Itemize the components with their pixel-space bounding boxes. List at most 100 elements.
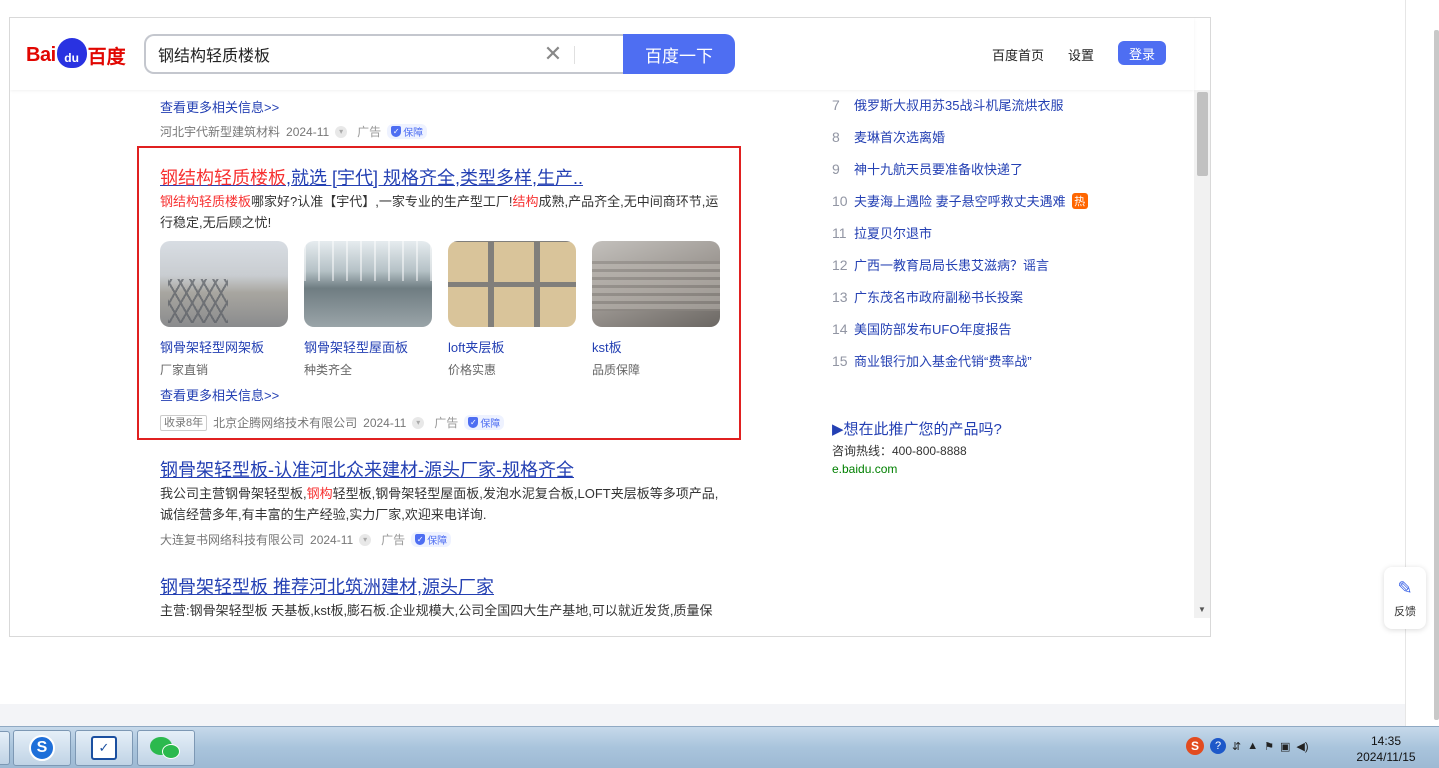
chevron-down-icon[interactable]: ▾ [335,125,348,138]
hot-title[interactable]: 商业银行加入基金代销“费率战” [854,351,1032,370]
taskbar: S ✓ S ? ⇵ ▲ ⚑ ▣ ◀) 14:35 2024/11/15 [0,726,1439,768]
settings-link[interactable]: 设置 [1068,45,1094,64]
hot-badge: 热 [1071,192,1088,209]
promo-link[interactable]: ▶想在此推广您的产品吗? [832,418,1002,439]
kst-panel-stack-image[interactable] [592,241,720,327]
record-tag: 收录8年 [160,414,208,431]
hot-list-item[interactable]: 15 商业银行加入基金代销“费率战” [832,351,1032,370]
product-subtitle: 厂家直销 [160,363,209,377]
pen-edit-icon: ✎ [1397,577,1413,598]
more-info-link[interactable]: 查看更多相关信息>> [160,385,279,404]
source-date: 2024-11 [363,415,407,430]
product-card[interactable]: 钢骨架轻型屋面板 种类齐全 [304,241,432,378]
product-subtitle: 价格实惠 [448,363,497,377]
show-hidden-icons-icon[interactable]: ▲ [1247,740,1258,752]
hot-rank: 14 [832,320,848,337]
product-subtitle: 品质保障 [592,363,641,377]
system-clock[interactable]: 14:35 2024/11/15 [1350,733,1422,765]
product-name[interactable]: loft夹层板 [448,337,576,356]
feedback-button[interactable]: ✎ 反馈 [1384,567,1426,629]
result-meta: 收录8年 北京企腾网络技术有限公司 2024-11 ▾ 广告 ✓ 保障 [160,414,505,431]
guarantee-badge[interactable]: ✓ 保障 [387,124,428,139]
product-name[interactable]: 钢骨架轻型屋面板 [304,337,432,356]
hot-list-item[interactable]: 8 麦琳首次选离婚 [832,127,945,146]
network-icon[interactable]: ▣ [1280,740,1290,753]
hot-list-item[interactable]: 14 美国防部发布UFO年度报告 [832,319,1011,338]
hot-title[interactable]: 麦琳首次选离婚 [854,127,945,146]
baidu-logo[interactable]: Bai du 百度 [26,38,126,72]
desc-text: 哪家好?认准【宇代】,一家专业的生产型工厂! [251,194,513,209]
ad-result-title[interactable]: 钢结构轻质楼板,就选 [宇代] 规格齐全,类型多样,生产.. [160,164,583,190]
hot-list-item[interactable]: 12 广西一教育局局长患艾滋病？谣言 [832,255,1049,274]
hot-title[interactable]: 美国防部发布UFO年度报告 [854,319,1011,338]
home-link[interactable]: 百度首页 [992,45,1044,64]
desc-highlight: 钢结构轻质楼板 [160,194,252,209]
hot-list-item[interactable]: 10 夫妻海上遇险 妻子悬空呼救丈夫遇难热 [832,191,1088,210]
source-company: 北京企腾网络技术有限公司 [213,416,358,430]
hot-rank: 12 [832,256,848,273]
hot-rank: 9 [832,160,840,177]
guarantee-badge-label: 保障 [427,536,448,547]
sogou-input-icon[interactable]: S [1186,737,1204,755]
hot-rank: 13 [832,288,848,305]
scroll-down-arrow-icon[interactable]: ▼ [1198,605,1206,614]
loft-floor-panel-image[interactable] [448,241,576,327]
search-input[interactable] [146,36,526,72]
steel-frame-mesh-panel-image[interactable] [160,241,288,327]
result-meta: 大连复书网络科技有限公司 2024-11 ▾ 广告 ✓ 保障 [160,531,452,548]
hot-list-item[interactable]: 11 拉夏贝尔退市 [832,223,932,242]
help-icon[interactable]: ? [1210,738,1226,754]
result-meta: 河北宇代新型建筑材料 2024-11 ▾ 广告 ✓ 保障 [160,123,428,140]
content-scrollbar[interactable]: ▼ [1194,90,1210,618]
promo-url[interactable]: e.baidu.com [832,462,897,476]
content-scrollbar-thumb[interactable] [1197,92,1208,176]
guarantee-badge[interactable]: ✓ 保障 [464,415,505,430]
source-date: 2024-11 [286,124,330,139]
hot-list-item[interactable]: 9 神十九航天员要准备收快递了 [832,159,1023,178]
hot-rank: 10 [832,192,848,209]
action-center-flag-icon[interactable]: ⚑ [1264,740,1274,753]
result-title[interactable]: 钢骨架轻型板-认准河北众来建材-源头厂家-规格齐全 [160,456,574,482]
desc-highlight: 结构 [512,194,539,209]
start-stub[interactable] [0,731,10,765]
logo-bai-text: Bai [26,43,56,66]
result-title[interactable]: 钢骨架轻型板 推荐河北筑洲建材,源头厂家 [160,573,494,599]
shield-check-icon: ✓ [468,417,479,428]
search-header: Bai du 百度 ✕ 百度一下 百度首页 设置 登录 [10,18,1194,90]
product-name[interactable]: kst板 [592,337,720,356]
hot-title[interactable]: 神十九航天员要准备收快递了 [854,159,1023,178]
product-card[interactable]: loft夹层板 价格实惠 [448,241,576,378]
product-name[interactable]: 钢骨架轻型网架板 [160,337,288,356]
chevron-down-icon[interactable]: ▾ [412,416,425,429]
product-card[interactable]: kst板 品质保障 [592,241,720,378]
desc-highlight: 钢构 [306,486,333,501]
hot-list-item[interactable]: 7 俄罗斯大叔用苏35战斗机尾流烘衣服 [832,95,1063,114]
ad-label: 广告 [357,125,382,139]
factory-roof-panel-image[interactable] [304,241,432,327]
hot-title[interactable]: 广西一教育局局长患艾滋病？谣言 [854,255,1049,274]
more-info-link[interactable]: 查看更多相关信息>> [160,97,279,116]
taskbar-app-wechat[interactable] [137,730,195,766]
search-button[interactable]: 百度一下 [623,34,735,74]
chevron-down-icon[interactable]: ▾ [359,533,372,546]
guarantee-badge[interactable]: ✓ 保障 [411,532,452,547]
hot-title[interactable]: 夫妻海上遇险 妻子悬空呼救丈夫遇难 [854,191,1066,210]
hot-title[interactable]: 拉夏贝尔退市 [854,223,932,242]
clear-icon[interactable]: ✕ [542,42,564,66]
volume-icon[interactable]: ◀) [1296,740,1308,753]
product-card[interactable]: 钢骨架轻型网架板 厂家直销 [160,241,288,378]
hot-title[interactable]: 广东茂名市政府副秘书长投案 [854,287,1023,306]
clock-date: 2024/11/15 [1356,750,1416,764]
hot-title[interactable]: 俄罗斯大叔用苏35战斗机尾流烘衣服 [854,95,1063,114]
source-date: 2024-11 [310,532,354,547]
taskbar-app-security[interactable]: ✓ [75,730,133,766]
hot-list-item[interactable]: 13 广东茂名市政府副秘书长投案 [832,287,1023,306]
window-scrollbar-thumb[interactable] [1434,30,1439,720]
input-mode-icon[interactable]: ⇵ [1232,740,1241,753]
promo-phone: 咨询热线：400-800-8888 [832,444,967,458]
taskbar-app-sogou[interactable]: S [13,730,71,766]
ad-result-description: 钢结构轻质楼板哪家好?认准【宇代】,一家专业的生产型工厂!结构成熟,产品齐全,无… [160,191,725,233]
search-divider [574,46,575,64]
guarantee-badge-label: 保障 [480,419,501,430]
login-button[interactable]: 登录 [1118,41,1166,65]
